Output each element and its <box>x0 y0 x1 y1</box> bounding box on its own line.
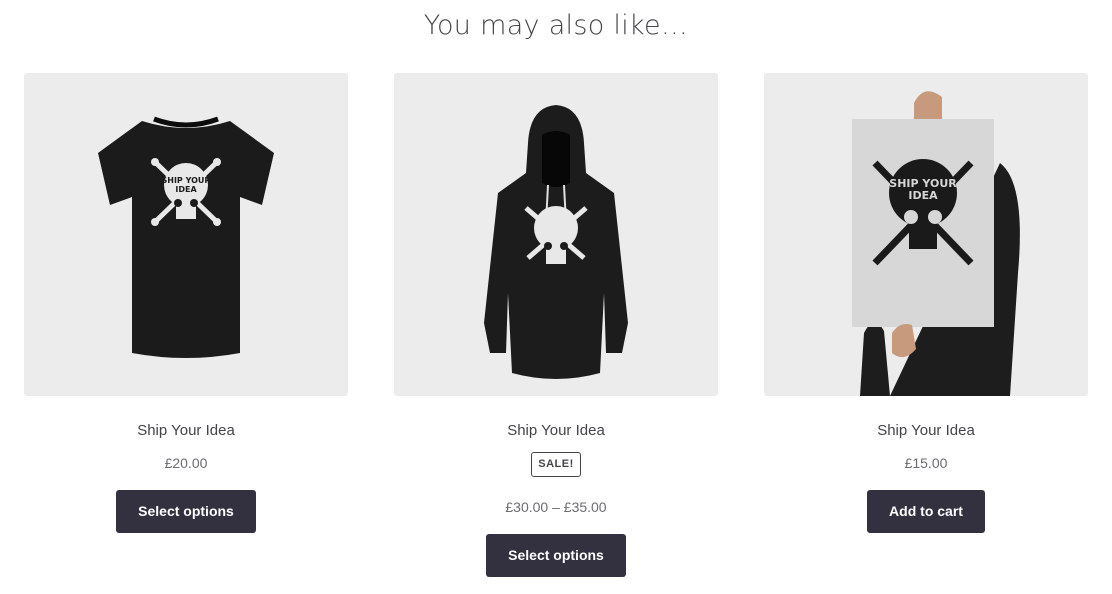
select-options-button[interactable]: Select options <box>486 534 626 577</box>
product-image-poster[interactable]: SHIP YOUR IDEA <box>764 73 1088 396</box>
product-card: Ship Your Idea SALE! £30.00 – £35.00 Sel… <box>394 73 718 577</box>
product-title[interactable]: Ship Your Idea <box>394 422 718 440</box>
product-card: SHIP YOUR IDEA Ship Your Idea £15.00 Add… <box>764 73 1088 533</box>
product-card: SHIP YOUR IDEA Ship Your Idea £20.00 Sel… <box>24 73 348 533</box>
product-image-tshirt[interactable]: SHIP YOUR IDEA <box>24 73 348 396</box>
svg-text:IDEA: IDEA <box>175 185 197 194</box>
select-options-button[interactable]: Select options <box>116 490 256 533</box>
product-image-hoodie[interactable] <box>394 73 718 396</box>
related-products-heading: You may also like… <box>423 10 689 41</box>
add-to-cart-button[interactable]: Add to cart <box>867 490 985 533</box>
product-title[interactable]: Ship Your Idea <box>24 422 348 440</box>
product-price: £20.00 <box>164 455 208 471</box>
sale-badge: SALE! <box>531 452 581 477</box>
product-price: £15.00 <box>904 455 948 471</box>
product-title[interactable]: Ship Your Idea <box>764 422 1088 440</box>
svg-text:SHIP YOUR: SHIP YOUR <box>161 176 210 185</box>
product-price: £30.00 – £35.00 <box>505 499 607 515</box>
svg-text:IDEA: IDEA <box>908 189 938 202</box>
